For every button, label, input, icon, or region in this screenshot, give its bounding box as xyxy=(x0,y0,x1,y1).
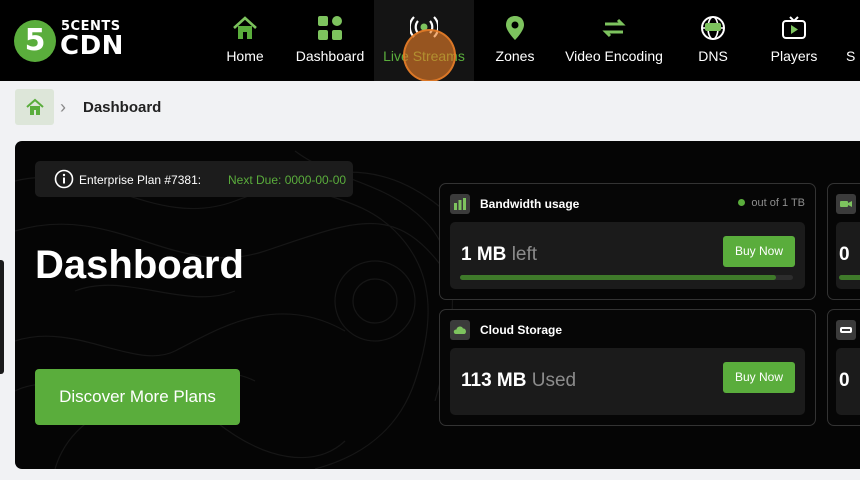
plan-info-pill: Enterprise Plan #7381: Next Due: 0000-00… xyxy=(35,161,353,197)
info-icon xyxy=(54,169,74,189)
bandwidth-quota: out of 1 TB xyxy=(738,197,805,209)
partial-card-bottom: 0 xyxy=(827,309,860,426)
drive-icon xyxy=(836,320,856,340)
bandwidth-progress-fill xyxy=(460,275,777,280)
nav-item-live-streams[interactable]: Live Streams xyxy=(374,0,474,81)
nav-item-dns[interactable]: DNS xyxy=(690,0,736,81)
nav-label-players: Players xyxy=(770,48,818,64)
partial-card-bottom-body: 0 xyxy=(836,348,860,415)
partial-card-bottom-value: 0 xyxy=(839,370,850,391)
plan-name: Enterprise Plan #7381: xyxy=(79,173,202,187)
bandwidth-bars-icon xyxy=(450,194,470,214)
broadcast-icon xyxy=(410,16,438,38)
bandwidth-usage-title: Bandwidth usage xyxy=(480,197,580,211)
partial-card-top-body: 0 xyxy=(836,222,860,289)
breadcrumb-current: Dashboard xyxy=(83,99,162,116)
home-icon xyxy=(233,16,257,39)
breadcrumb-home-button[interactable] xyxy=(15,89,54,125)
encoding-arrows-icon xyxy=(602,18,626,38)
video-camera-icon xyxy=(836,194,856,214)
dashboard-hero-panel: Enterprise Plan #7381: Next Due: 0000-00… xyxy=(15,141,860,469)
bandwidth-usage-card: Bandwidth usage out of 1 TB 1 MB left Bu… xyxy=(439,183,816,300)
nav-item-video-encoding[interactable]: Video Encoding xyxy=(560,0,668,81)
storage-unit: Used xyxy=(531,370,577,391)
nav-label-dns: DNS xyxy=(698,48,728,64)
bandwidth-amount: 1 MB xyxy=(461,244,507,265)
nav-label-dashboard: Dashboard xyxy=(295,48,365,64)
storage-buy-now-button[interactable]: Buy Now xyxy=(723,362,795,393)
nav-item-home[interactable]: Home xyxy=(220,0,270,81)
page-title: Dashboard xyxy=(35,243,244,287)
side-panel-handle[interactable] xyxy=(0,260,4,374)
dashboard-grid-icon xyxy=(318,16,342,40)
nav-item-players[interactable]: Players xyxy=(766,0,822,81)
top-navigation-bar: 5 5CENTS CDN Home Dashboard Live Streams… xyxy=(0,0,860,81)
bandwidth-unit: left xyxy=(511,244,538,265)
storage-amount: 113 MB xyxy=(461,370,527,391)
partial-card-top: 0 xyxy=(827,183,860,300)
cloud-storage-title: Cloud Storage xyxy=(480,323,563,337)
home-icon xyxy=(26,98,44,115)
nav-item-partial[interactable]: S xyxy=(846,0,860,81)
bandwidth-quota-text: out of 1 TB xyxy=(751,197,805,209)
logo-badge: 5 xyxy=(14,20,56,62)
dns-globe-icon xyxy=(701,16,725,40)
bandwidth-buy-now-button[interactable]: Buy Now xyxy=(723,236,795,267)
cloud-storage-icon xyxy=(450,320,470,340)
nav-label-home: Home xyxy=(226,48,264,64)
discover-more-plans-button[interactable]: Discover More Plans xyxy=(35,369,240,425)
tv-player-icon xyxy=(782,16,806,39)
cloud-storage-card: Cloud Storage 113 MB Used Buy Now xyxy=(439,309,816,426)
bandwidth-value: 1 MB left xyxy=(461,244,537,266)
nav-label-live-streams: Live Streams xyxy=(383,48,465,64)
partial-card-top-progress xyxy=(839,275,860,280)
nav-label-zones: Zones xyxy=(495,48,535,64)
breadcrumb-separator: › xyxy=(60,97,66,117)
status-dot xyxy=(738,199,746,206)
bandwidth-usage-body: 1 MB left Buy Now xyxy=(450,222,805,289)
nav-item-zones[interactable]: Zones xyxy=(490,0,540,81)
nav-item-dashboard[interactable]: Dashboard xyxy=(290,0,370,81)
nav-label-partial: S xyxy=(846,48,856,64)
cloud-storage-body: 113 MB Used Buy Now xyxy=(450,348,805,415)
partial-card-top-value: 0 xyxy=(839,244,850,265)
brand-logo[interactable]: 5 5CENTS CDN xyxy=(14,18,134,64)
storage-value: 113 MB Used xyxy=(461,370,576,392)
bandwidth-progress-track xyxy=(460,275,793,280)
logo-text-bottom: CDN xyxy=(60,31,124,61)
plan-next-due: Next Due: 0000-00-00 xyxy=(228,173,347,187)
nav-label-video-encoding: Video Encoding xyxy=(565,48,663,64)
location-pin-icon xyxy=(506,16,524,40)
